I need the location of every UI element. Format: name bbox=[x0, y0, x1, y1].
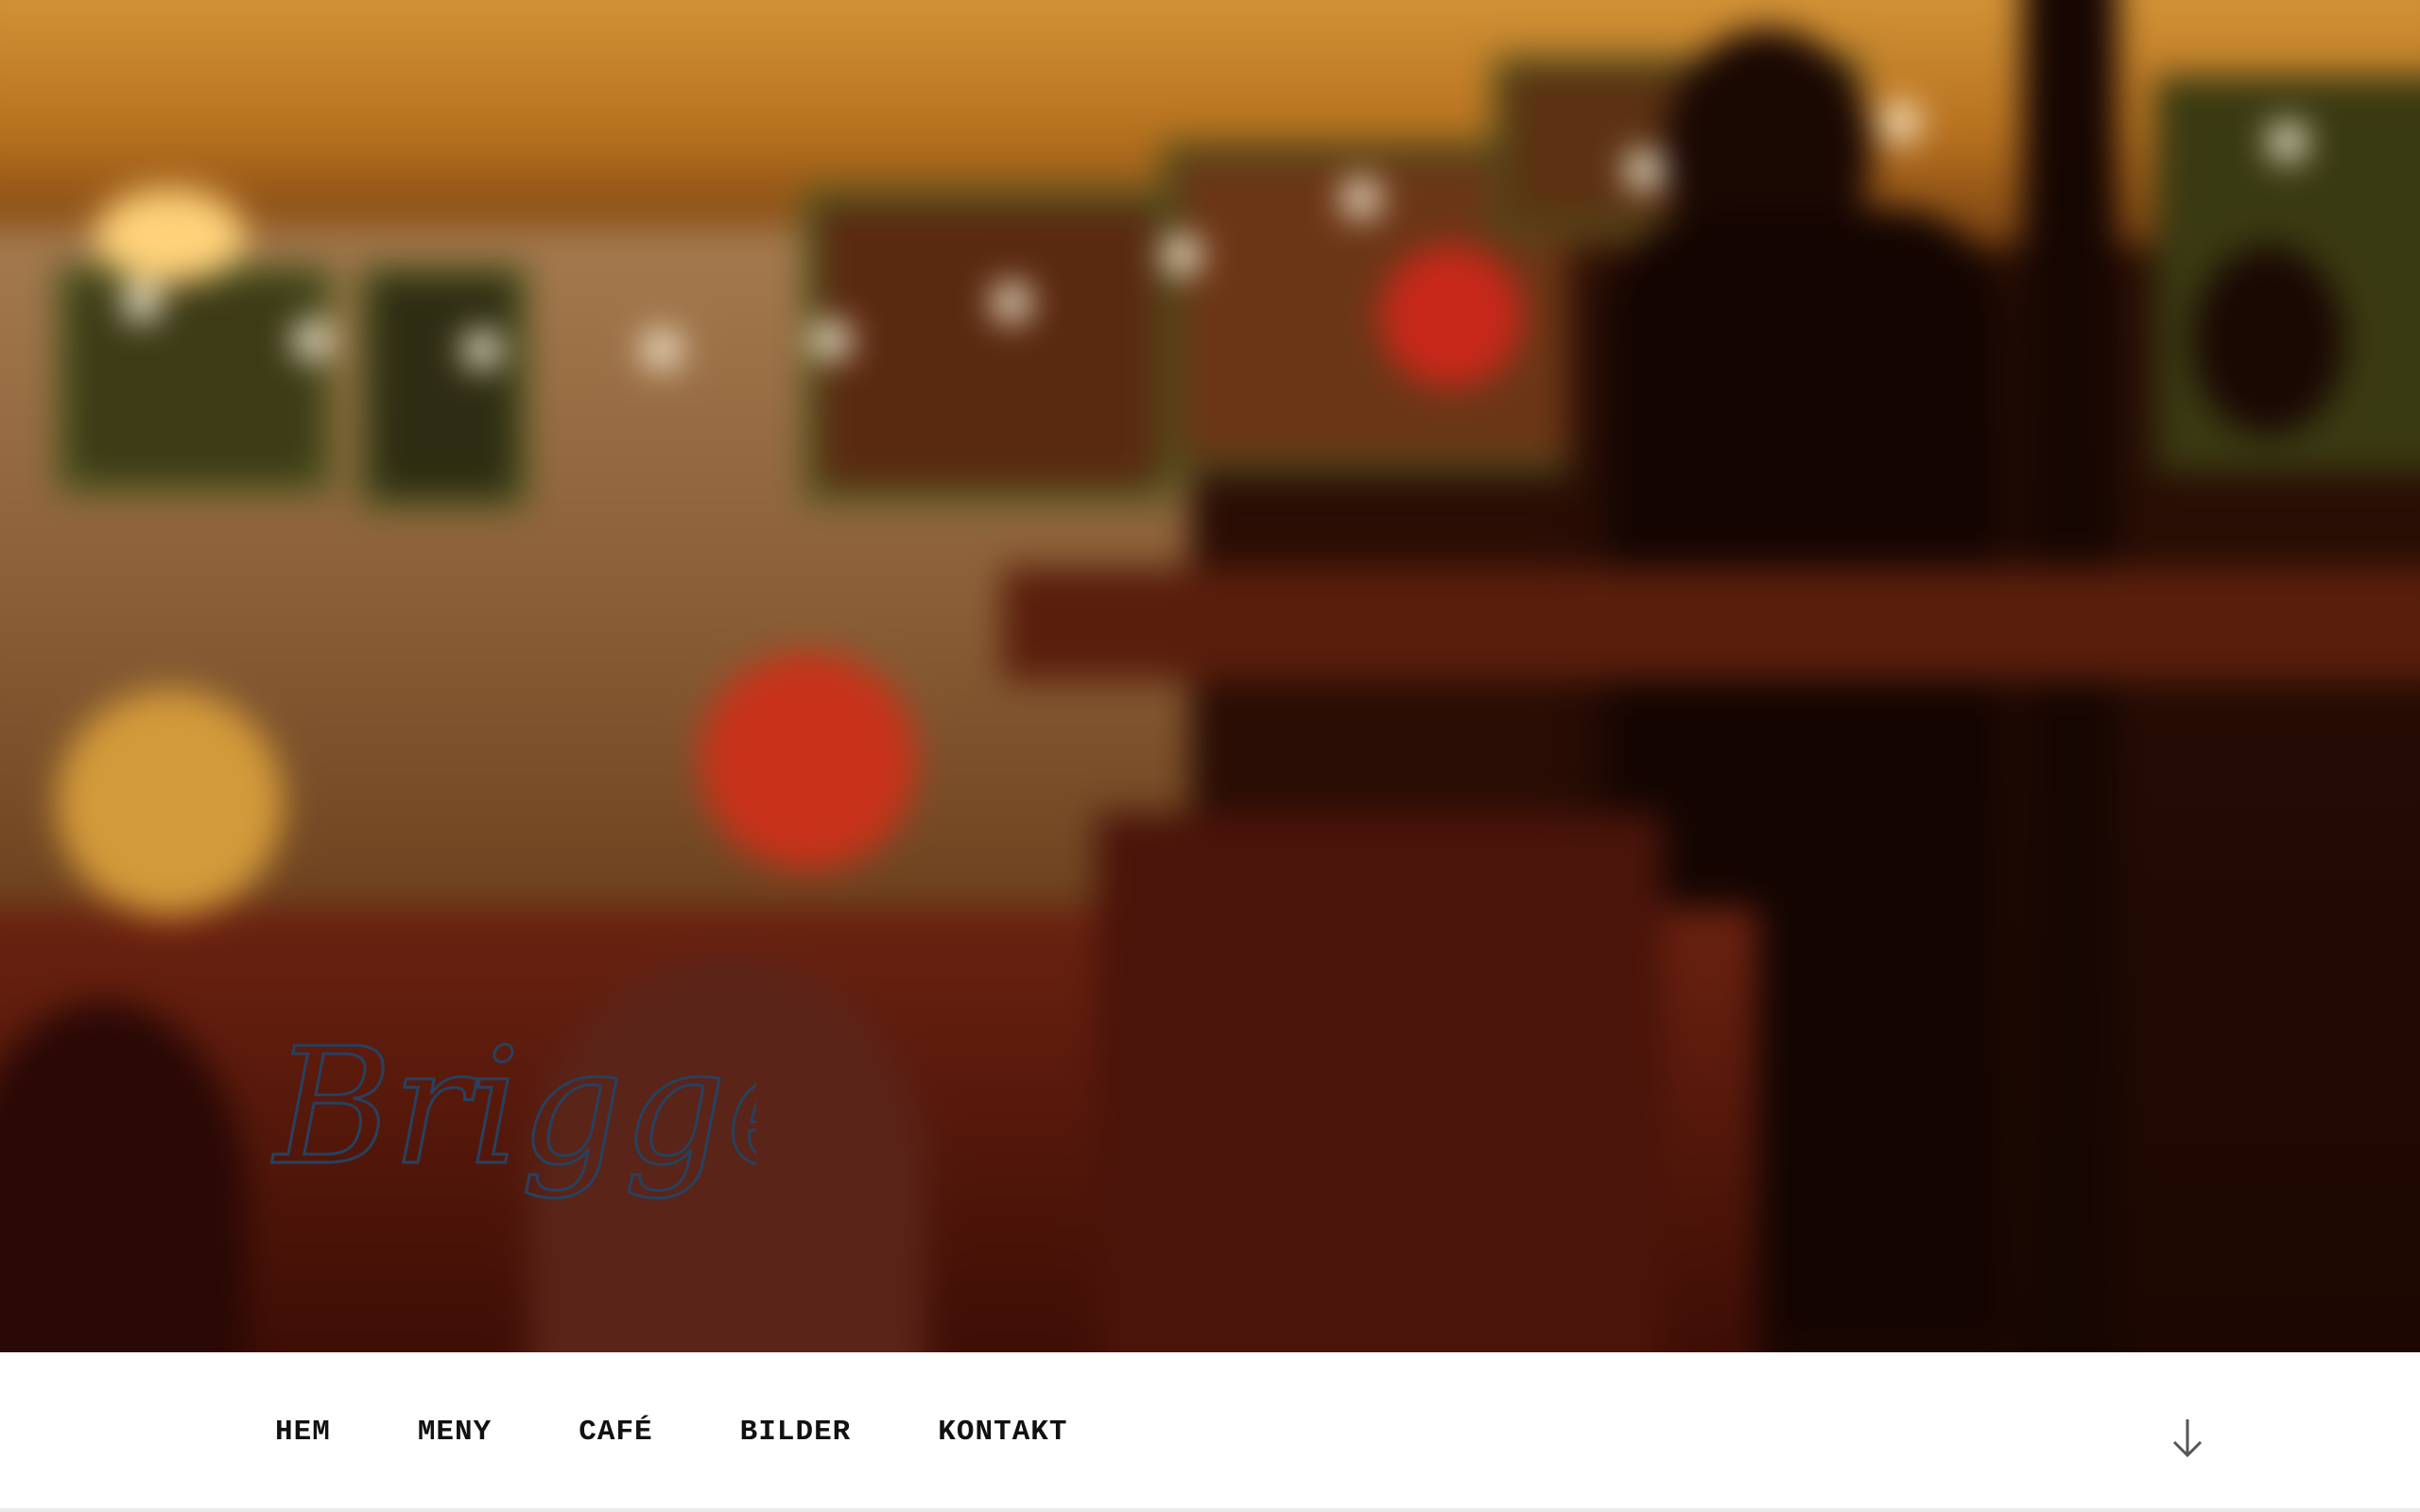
nav-item-hem[interactable]: HEM bbox=[275, 1416, 331, 1449]
arrow-down-icon[interactable] bbox=[2170, 1418, 2204, 1459]
nav-item-kontakt[interactable]: KONTAKT bbox=[938, 1416, 1067, 1449]
nav-item-bilder[interactable]: BILDER bbox=[740, 1416, 852, 1449]
nav-item-meny[interactable]: MENY bbox=[418, 1416, 492, 1449]
nav-list: HEM MENY CAFÉ BILDER KONTAKT bbox=[275, 1352, 1155, 1512]
nav-item-cafe[interactable]: CAFÉ bbox=[579, 1416, 652, 1449]
main-navigation: HEM MENY CAFÉ BILDER KONTAKT bbox=[0, 1352, 2420, 1512]
svg-text:Briggen: Briggen bbox=[271, 1014, 756, 1201]
briggen-logo: Briggen bbox=[270, 1013, 757, 1203]
hero-image: Briggen bbox=[0, 0, 2420, 1352]
